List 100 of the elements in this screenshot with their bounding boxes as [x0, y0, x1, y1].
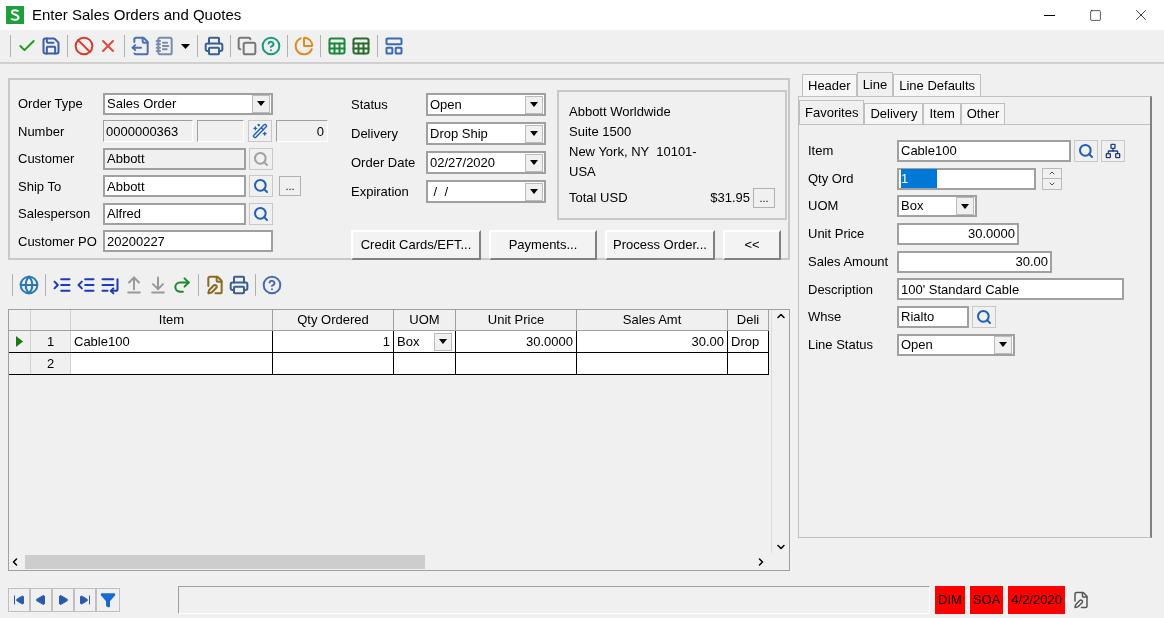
caret-icon — [961, 203, 969, 209]
dropdown-arrow-button[interactable] — [525, 153, 543, 172]
notepad-icon[interactable] — [155, 36, 175, 56]
dropdown-arrow-button[interactable] — [434, 332, 452, 351]
status-date: 4/2/2020 — [1008, 586, 1065, 614]
save-icon[interactable] — [41, 36, 61, 56]
tab[interactable]: Delivery — [864, 103, 924, 124]
action-button[interactable]: Credit Cards/EFT... — [351, 230, 481, 260]
dropdown-arrow-button[interactable] — [525, 124, 543, 143]
dropdown-arrow-button[interactable] — [956, 197, 974, 216]
order-type-dropdown[interactable]: Sales Order — [103, 92, 273, 115]
next-number-button[interactable] — [248, 120, 272, 143]
total-amount: $31.95 — [710, 189, 750, 208]
insert-row-icon[interactable] — [76, 275, 96, 295]
column-header[interactable]: UOM — [394, 310, 456, 330]
cancel-icon[interactable] — [74, 36, 94, 56]
table-cell: 30.0000 — [456, 331, 577, 352]
lookup-button[interactable] — [1074, 139, 1098, 162]
action-button[interactable]: Process Order... — [605, 230, 715, 260]
spreadsheet-icon[interactable] — [351, 36, 371, 56]
suffix-field[interactable] — [197, 120, 244, 143]
tab[interactable]: Line — [856, 72, 894, 96]
item-field[interactable]: Cable100 — [897, 139, 1071, 162]
action-button[interactable]: Payments... — [489, 230, 597, 260]
field-label: Qty Ord — [808, 169, 855, 188]
tab[interactable]: Header — [802, 74, 857, 96]
dropdown-arrow-button[interactable] — [525, 182, 543, 201]
first-record-icon — [13, 594, 25, 606]
field-label: Expiration — [351, 182, 410, 201]
column-header[interactable]: Unit Price — [456, 310, 577, 330]
help-icon[interactable] — [262, 275, 282, 295]
tab[interactable]: Other — [960, 103, 1006, 124]
previous-record-icon — [35, 594, 47, 606]
more-button[interactable]: ... — [753, 188, 775, 208]
help-icon[interactable] — [261, 36, 281, 56]
dropdown[interactable]: 02/27/2020 — [426, 151, 546, 174]
caret-icon[interactable] — [180, 43, 190, 49]
export-icon[interactable] — [131, 36, 151, 56]
item-tree-button[interactable] — [1101, 139, 1125, 162]
caret-icon — [530, 160, 538, 165]
lookup-field[interactable]: Abbott — [103, 175, 246, 198]
table-cell: 1 — [273, 331, 394, 352]
navigation-button[interactable] — [30, 588, 52, 612]
tab[interactable]: Item — [923, 103, 961, 124]
field-label: Unit Price — [808, 225, 866, 244]
dropdown-arrow-button[interactable] — [252, 94, 270, 113]
lookup-field[interactable]: Rialto — [897, 305, 969, 328]
dropdown-arrow-button[interactable] — [994, 335, 1012, 354]
edit-icon[interactable] — [205, 275, 225, 295]
address-line: Abbott Worldwide — [569, 103, 672, 121]
field-label: Description — [808, 280, 875, 299]
dropdown[interactable]: Drop Ship — [426, 122, 546, 145]
navigation-button[interactable] — [8, 588, 30, 612]
navigation-button[interactable] — [74, 588, 96, 612]
dropdown-arrow-button[interactable] — [525, 95, 543, 114]
field-label: UOM — [808, 197, 840, 216]
more-button[interactable]: ... — [279, 176, 301, 197]
tree-icon — [1105, 142, 1121, 159]
tab[interactable]: Favorites — [799, 100, 865, 124]
column-header[interactable]: Qty Ordered — [273, 310, 394, 330]
navigation-button[interactable] — [52, 588, 74, 612]
field-label: Item — [808, 142, 835, 161]
window-icon[interactable] — [384, 36, 404, 56]
field-label: Customer PO — [18, 232, 98, 251]
print-icon[interactable] — [204, 36, 224, 56]
dropdown[interactable]: Open — [897, 333, 1015, 356]
lookup-button[interactable] — [972, 305, 996, 328]
filter-button[interactable] — [96, 588, 120, 612]
lookup-button[interactable] — [249, 175, 273, 198]
next-record-icon — [57, 594, 69, 606]
notes-icon[interactable] — [1071, 591, 1090, 609]
counter-field: 0 — [276, 120, 328, 143]
globe-icon[interactable] — [19, 275, 39, 295]
minimize-icon — [1043, 14, 1055, 16]
text-field[interactable]: 100' Standard Cable — [897, 278, 1124, 301]
print-icon[interactable] — [229, 275, 249, 295]
tab[interactable]: Line Defaults — [893, 74, 982, 96]
lookup-button[interactable] — [249, 202, 273, 225]
quantity-field[interactable]: 1 — [897, 167, 1036, 190]
scrollbar-thumb[interactable] — [25, 554, 425, 569]
address-line: New York, NY 10101- — [569, 143, 698, 161]
column-header[interactable]: Deli — [728, 310, 769, 330]
text-field[interactable]: 20200227 — [103, 230, 273, 253]
dropdown[interactable]: Box — [897, 195, 977, 218]
action-button[interactable]: << — [723, 230, 781, 260]
number-field[interactable]: 30.0000 — [897, 222, 1019, 245]
spreadsheet-icon[interactable] — [327, 36, 347, 56]
column-header[interactable]: Item — [71, 310, 273, 330]
insert-row-icon[interactable] — [52, 275, 72, 295]
filter-icon — [100, 592, 116, 608]
dropdown[interactable]: Open — [426, 93, 546, 116]
lookup-field[interactable]: Alfred — [103, 202, 246, 225]
number-field[interactable]: 30.00 — [897, 250, 1052, 273]
column-header[interactable]: Sales Amt — [577, 310, 728, 330]
table-cell: Box — [394, 331, 456, 352]
redo-icon[interactable] — [172, 275, 192, 295]
append-row-icon[interactable] — [100, 275, 120, 295]
copy-icon[interactable] — [237, 36, 257, 56]
dropdown[interactable]: / / — [426, 180, 546, 203]
search-icon — [253, 178, 269, 195]
